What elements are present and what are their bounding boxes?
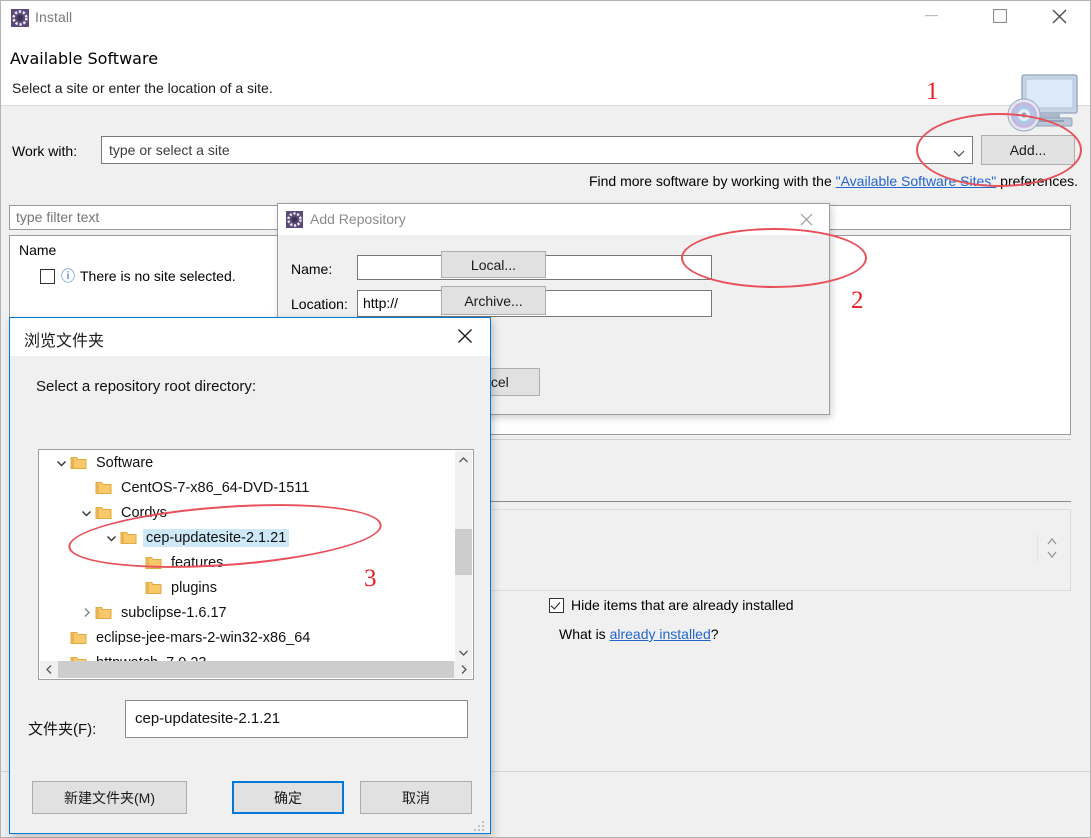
tree-twisty-spacer <box>78 479 95 496</box>
folder-field-label: 文件夹(F): <box>28 721 97 738</box>
info-icon: ⓘ <box>61 268 75 284</box>
tree-item-label: Cordys <box>121 504 167 521</box>
repository-location-value: http:// <box>363 295 399 311</box>
archive-button[interactable]: Archive... <box>441 286 546 315</box>
tree-item[interactable]: Cordys <box>39 500 455 525</box>
scrollbar-thumb[interactable] <box>58 661 454 678</box>
tree-item[interactable]: Software <box>39 450 455 475</box>
folder-icon <box>145 555 162 570</box>
folder-name-input[interactable]: cep-updatesite-2.1.21 <box>125 700 468 738</box>
close-icon[interactable] <box>1037 1 1082 31</box>
tree-twisty-spacer <box>128 579 145 596</box>
tree-item-label: plugins <box>171 579 217 596</box>
scroll-left-icon[interactable] <box>40 661 57 678</box>
wizard-header: Available Software Select a site or ente… <box>1 35 1090 132</box>
chevron-right-icon[interactable] <box>78 604 95 621</box>
scroll-up-icon[interactable] <box>455 451 472 468</box>
folder-icon <box>145 580 162 595</box>
add-button[interactable]: Add... <box>981 135 1075 165</box>
folder-icon <box>95 505 112 520</box>
tree-item-label: cep-updatesite-2.1.21 <box>143 528 290 547</box>
tree-item[interactable]: features <box>39 550 455 575</box>
resize-grip-icon[interactable] <box>474 818 486 831</box>
what-is-installed-row: What is already installed? <box>559 626 719 642</box>
tree-item[interactable]: cep-updatesite-2.1.21 <box>39 525 455 550</box>
install-titlebar: Install <box>1 1 1090 35</box>
chevron-down-icon[interactable] <box>952 146 966 157</box>
new-folder-button[interactable]: 新建文件夹(M) <box>32 781 187 814</box>
browse-folder-title: 浏览文件夹 <box>24 331 105 350</box>
what-is-prefix: What is <box>559 626 610 642</box>
tree-item-label: Software <box>96 454 154 471</box>
chevron-down-icon[interactable] <box>53 454 70 471</box>
tree-twisty-spacer <box>53 629 70 646</box>
already-installed-link[interactable]: already installed <box>610 626 711 642</box>
scroll-down-icon[interactable] <box>455 644 472 661</box>
browse-cancel-button[interactable]: 取消 <box>360 781 472 814</box>
folder-icon <box>95 605 112 620</box>
eclipse-install-icon <box>11 9 29 27</box>
maximize-icon[interactable] <box>977 1 1022 31</box>
minimize-icon[interactable] <box>909 1 954 31</box>
folder-tree[interactable]: Software CentOS-7-x86_64-DVD-1511 Cordys ce… <box>38 449 474 680</box>
add-repository-title: Add Repository <box>310 211 406 227</box>
install-window-title: Install <box>35 9 73 25</box>
tree-twisty-spacer <box>128 554 145 571</box>
no-site-row: ⓘ There is no site selected. <box>40 266 236 286</box>
tree-item[interactable]: CentOS-7-x86_64-DVD-1511 <box>39 475 455 500</box>
scroll-right-icon[interactable] <box>455 661 472 678</box>
tree-item[interactable]: eclipse-jee-mars-2-win32-x86_64 <box>39 625 455 650</box>
hide-installed-checkbox[interactable] <box>549 597 564 613</box>
details-divider <box>1037 534 1038 562</box>
chevron-down-icon[interactable] <box>103 529 120 546</box>
find-more-prefix: Find more software by working with the <box>588 173 836 189</box>
repository-name-label: Name: <box>291 261 333 277</box>
local-button[interactable]: Local... <box>441 251 546 278</box>
page-title: Available Software <box>10 49 159 68</box>
tree-item-label: eclipse-jee-mars-2-win32-x86_64 <box>96 629 311 646</box>
no-site-text: There is no site selected. <box>80 268 236 284</box>
page-subtitle: Select a site or enter the location of a… <box>12 80 273 96</box>
tree-item-label: CentOS-7-x86_64-DVD-1511 <box>121 479 310 496</box>
work-with-combo[interactable]: type or select a site <box>101 136 973 164</box>
find-more-text: Find more software by working with the "… <box>589 173 1078 189</box>
work-with-value: type or select a site <box>109 142 230 158</box>
chevron-down-icon[interactable] <box>78 504 95 521</box>
no-site-checkbox[interactable] <box>40 268 55 284</box>
folder-name-value: cep-updatesite-2.1.21 <box>135 710 281 727</box>
folder-icon <box>70 455 87 470</box>
tree-item-label: features <box>171 554 224 571</box>
close-icon[interactable] <box>443 320 487 351</box>
browse-folder-titlebar: 浏览文件夹 <box>10 318 490 356</box>
folder-icon <box>120 530 137 545</box>
browse-folder-prompt: Select a repository root directory: <box>36 378 257 395</box>
what-is-suffix: ? <box>710 626 719 642</box>
close-icon[interactable] <box>789 206 823 232</box>
repository-location-label: Location: <box>291 296 348 312</box>
hide-installed-row[interactable]: Hide items that are already installed <box>549 597 794 613</box>
filter-placeholder: type filter text <box>16 209 100 225</box>
tree-item[interactable]: plugins <box>39 575 455 600</box>
work-with-label: Work with: <box>12 143 78 159</box>
details-scroll-spinner-icon[interactable] <box>1046 536 1058 560</box>
folder-tree-rows[interactable]: Software CentOS-7-x86_64-DVD-1511 Cordys ce… <box>39 450 455 662</box>
tree-horizontal-scrollbar[interactable] <box>40 661 472 678</box>
eclipse-install-icon <box>286 211 303 228</box>
browse-ok-button[interactable]: 确定 <box>232 781 344 814</box>
hide-installed-label: Hide items that are already installed <box>571 597 794 613</box>
computer-cd-icon <box>1000 73 1080 133</box>
find-more-suffix: preferences. <box>996 173 1078 189</box>
tree-vertical-scrollbar[interactable] <box>455 451 472 661</box>
available-software-sites-link[interactable]: "Available Software Sites" <box>836 173 997 189</box>
tree-item-label: subclipse-1.6.17 <box>121 604 227 621</box>
scrollbar-thumb[interactable] <box>455 529 472 575</box>
column-header-name: Name <box>19 242 57 258</box>
folder-icon <box>70 630 87 645</box>
add-repository-titlebar: Add Repository <box>278 204 829 235</box>
folder-icon <box>95 480 112 495</box>
browse-folder-dialog: 浏览文件夹 Select a repository root directory… <box>9 317 491 834</box>
tree-item[interactable]: subclipse-1.6.17 <box>39 600 455 625</box>
